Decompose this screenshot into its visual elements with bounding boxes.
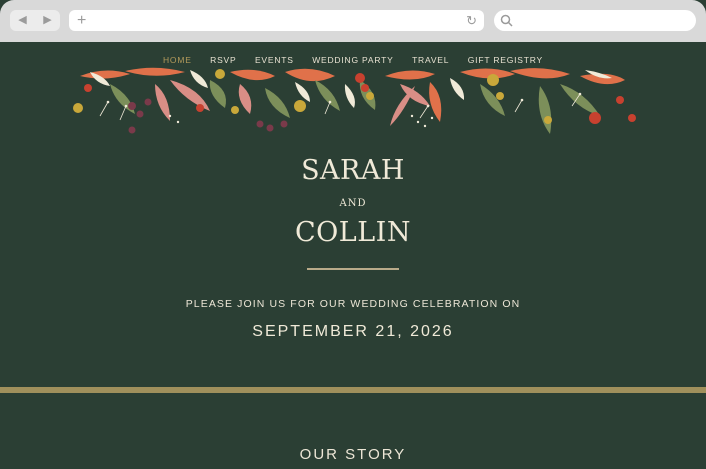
nav-item-events[interactable]: EVENTS bbox=[255, 55, 294, 65]
forward-arrow-icon[interactable]: ▶ bbox=[35, 10, 60, 31]
partner-name-2: COLLIN bbox=[295, 217, 411, 248]
nav-item-wedding-party[interactable]: WEDDING PARTY bbox=[312, 55, 393, 65]
nav-item-gift-registry[interactable]: GIFT REGISTRY bbox=[468, 55, 543, 65]
names-conjunction: AND bbox=[339, 198, 367, 209]
wedding-site: HOME RSVP EVENTS WEDDING PARTY TRAVEL GI… bbox=[0, 42, 706, 469]
section-divider-bar bbox=[0, 387, 706, 393]
back-arrow-icon[interactable]: ◀ bbox=[10, 10, 35, 31]
partner-name-1: SARAH bbox=[301, 155, 405, 186]
browser-search-field[interactable] bbox=[494, 10, 696, 31]
address-bar[interactable]: + ↻ bbox=[69, 10, 484, 31]
plus-icon[interactable]: + bbox=[77, 10, 86, 31]
our-story-heading: OUR STORY bbox=[299, 446, 407, 463]
browser-nav-buttons: ◀ ▶ bbox=[10, 10, 60, 31]
nav-item-rsvp[interactable]: RSVP bbox=[210, 55, 236, 65]
nav-item-travel[interactable]: TRAVEL bbox=[412, 55, 449, 65]
reload-icon[interactable]: ↻ bbox=[466, 10, 477, 31]
nav-item-home[interactable]: HOME bbox=[163, 55, 192, 65]
browser-chrome: ◀ ▶ + ↻ bbox=[0, 0, 706, 42]
invitation-text: PLEASE JOIN US FOR OUR WEDDING CELEBRATI… bbox=[185, 298, 521, 310]
wedding-date: SEPTEMBER 21, 2026 bbox=[252, 323, 454, 340]
search-icon bbox=[500, 14, 513, 27]
divider-line bbox=[307, 268, 399, 270]
